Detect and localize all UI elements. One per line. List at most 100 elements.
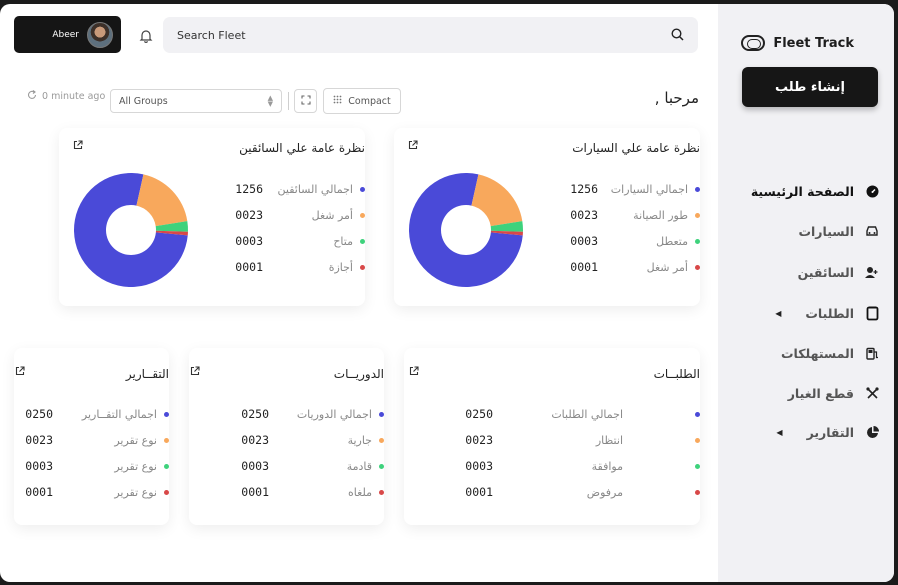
external-link-icon[interactable] <box>15 366 26 377</box>
card-title: نظرة عامة علي السائقين <box>239 141 365 155</box>
stat-row: جارية 0023 <box>241 433 384 447</box>
legend-dot <box>379 463 384 469</box>
legend-dot <box>164 463 169 469</box>
fullscreen-icon <box>300 94 311 108</box>
search-input[interactable] <box>177 28 577 42</box>
stat-value: 0001 <box>241 485 269 499</box>
stat-value: 0023 <box>465 433 493 447</box>
avatar <box>87 21 113 48</box>
legend-dot <box>695 186 700 192</box>
stat-row: أمر شغل 0001 <box>570 260 700 274</box>
stat-row: اجمالي الدوريات 0250 <box>241 407 384 421</box>
legend-dot <box>360 264 365 270</box>
create-request-button[interactable]: إنشاء طلب <box>742 67 878 107</box>
brand-name: Fleet Track <box>773 35 854 51</box>
stat-value: 0250 <box>465 407 493 421</box>
stat-label: اجمالي الدوريات <box>296 407 372 421</box>
sidebar-item-reports[interactable]: التقارير ◀ <box>776 421 880 443</box>
donut-slice-2 <box>136 174 188 227</box>
external-link-icon[interactable] <box>190 366 201 377</box>
user-name: Abeer <box>52 29 79 40</box>
stat-value: 0001 <box>235 260 263 274</box>
brand[interactable]: Fleet Track <box>741 35 854 51</box>
sidebar-item-vehicles[interactable]: السيارات <box>798 220 880 242</box>
compact-label: Compact <box>348 95 391 107</box>
patrols-card: الدوريــات اجمالي الدوريات 0250 جارية 00… <box>189 348 384 525</box>
stat-value: 1256 <box>570 182 598 196</box>
orders-card: الطلبــات اجمالي الطلبات 0250 انتظار 002… <box>404 348 700 525</box>
sidebar-item-spare-parts[interactable]: قطع الغيار <box>788 382 880 404</box>
stat-label: أمر شغل <box>646 260 688 274</box>
refresh-status[interactable]: 0 minute ago <box>27 90 105 103</box>
stat-label: مرفوض <box>586 485 623 499</box>
stat-label: اجمالي السائقين <box>277 182 353 196</box>
fullscreen-button[interactable] <box>294 89 317 113</box>
legend-dot <box>695 212 700 218</box>
vehicles-donut-chart <box>409 172 523 287</box>
chevron-left-icon: ◀ <box>776 427 783 437</box>
sidebar-item-label: الطلبات <box>805 305 854 321</box>
stat-label: اجمالي الطلبات <box>551 407 623 421</box>
stat-label: اجمالي السيارات <box>610 182 688 196</box>
stat-value: 0001 <box>570 260 598 274</box>
external-link-icon[interactable] <box>73 140 84 151</box>
legend-dot <box>695 238 700 244</box>
stat-row: نوع تقرير 0023 <box>25 433 169 447</box>
search-bar[interactable] <box>163 17 698 53</box>
stat-value: 0003 <box>25 459 53 473</box>
stat-label: موافقة <box>591 459 623 473</box>
sidebar-item-home[interactable]: الصفحة الرئيسية <box>751 180 880 202</box>
fuel-icon <box>864 345 880 361</box>
legend-dot <box>164 411 169 417</box>
stat-row: اجمالي الطلبات 0250 <box>465 407 700 421</box>
pie-chart-icon <box>864 424 880 440</box>
stat-value: 0023 <box>241 433 269 447</box>
sidebar-item-label: قطع الغيار <box>787 385 854 401</box>
stat-value: 0023 <box>570 208 598 222</box>
stat-label: قادمة <box>346 459 372 473</box>
stat-value: 0003 <box>465 459 493 473</box>
legend-dot <box>379 437 384 443</box>
card-title: نظرة عامة علي السيارات <box>572 141 700 155</box>
stat-label: نوع تقرير <box>114 433 157 447</box>
search-icon[interactable] <box>671 26 684 45</box>
stat-value: 0001 <box>465 485 493 499</box>
clipboard-icon <box>864 305 880 321</box>
stat-row: انتظار 0023 <box>465 433 700 447</box>
stat-value: 0003 <box>570 234 598 248</box>
external-link-icon[interactable] <box>408 140 419 151</box>
sidebar-item-orders[interactable]: الطلبات ◀ <box>775 302 880 324</box>
groups-select[interactable]: All Groups ▲ ▼ <box>110 89 282 113</box>
stat-label: ملغاه <box>348 485 372 499</box>
reports-card: التقــارير اجمالي التقــارير 0250 نوع تق… <box>14 348 169 525</box>
chevron-left-icon: ◀ <box>775 308 782 318</box>
legend-dot <box>695 437 700 443</box>
external-link-icon[interactable] <box>409 366 420 377</box>
stat-label: متاح <box>333 234 353 248</box>
select-arrows-icon: ▲ ▼ <box>267 94 273 108</box>
drivers-overview-card: نظرة عامة علي السائقين اجمالي السائقين 1… <box>59 128 365 306</box>
stat-value: 0250 <box>241 407 269 421</box>
sidebar-item-consumables[interactable]: المستهلكات <box>781 342 880 364</box>
compact-button[interactable]: Compact <box>323 88 401 114</box>
stat-label: نوع تقرير <box>114 459 157 473</box>
donut-slice-2 <box>471 174 523 227</box>
legend-dot <box>360 186 365 192</box>
legend-dot <box>164 437 169 443</box>
sidebar-item-drivers[interactable]: السائقين <box>798 261 880 283</box>
user-menu[interactable]: Abeer <box>14 16 121 53</box>
sidebar-item-label: الصفحة الرئيسية <box>750 183 854 199</box>
card-title: التقــارير <box>125 367 169 381</box>
legend-dot <box>164 489 169 495</box>
sidebar-item-label: السيارات <box>798 223 854 239</box>
stat-value: 0001 <box>25 485 53 499</box>
bell-icon[interactable] <box>139 28 153 43</box>
vehicles-overview-card: نظرة عامة علي السيارات اجمالي السيارات 1… <box>394 128 700 306</box>
stat-value: 0003 <box>235 234 263 248</box>
stat-value: 0023 <box>235 208 263 222</box>
tools-icon <box>864 385 880 401</box>
stat-row: أجازة 0001 <box>235 260 365 274</box>
card-title: الدوريــات <box>333 367 384 381</box>
legend-dot <box>695 489 700 495</box>
app-window: Fleet Track إنشاء طلب الصفحة الرئيسية ال… <box>0 4 894 582</box>
